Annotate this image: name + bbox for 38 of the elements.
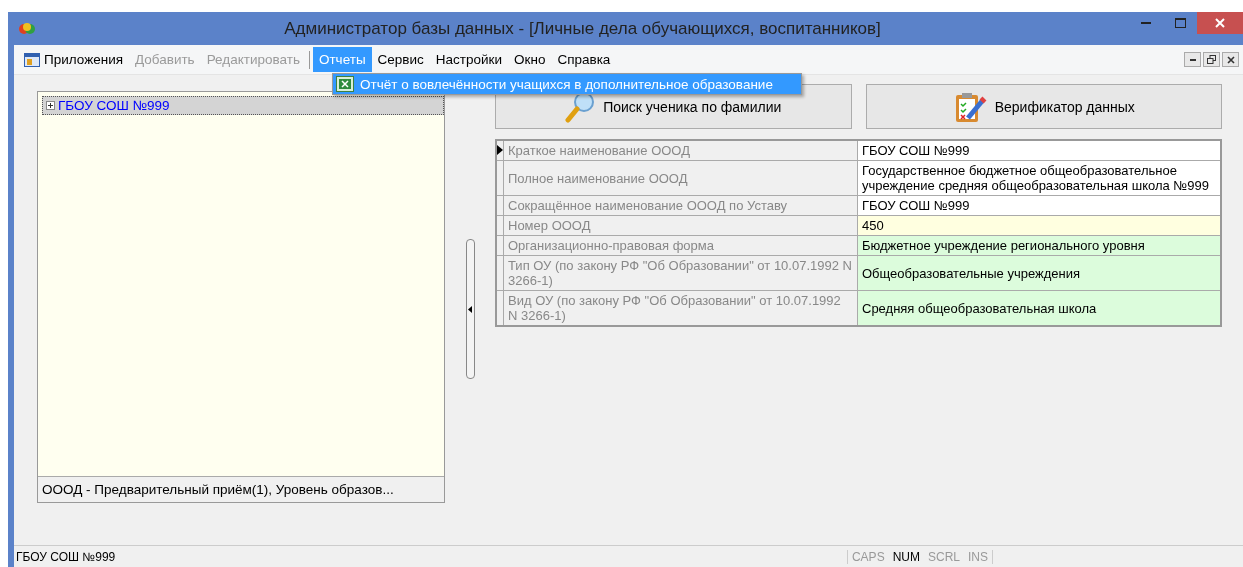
tree-footer: ОООД - Предварительный приём(1), Уровень образов... — [38, 476, 444, 502]
property-value: ГБОУ СОШ №999 — [857, 140, 1221, 161]
row-indicator[interactable] — [496, 140, 504, 161]
menu-item[interactable]: Сервис — [371, 47, 430, 72]
key-indicator: NUM — [892, 549, 920, 564]
menu-item[interactable]: Настройки — [429, 47, 509, 72]
property-name: Краткое наименование ОООД — [503, 140, 858, 161]
menu-item[interactable]: Приложения — [18, 47, 129, 72]
key-indicator: CAPS — [851, 549, 885, 564]
status-text: ГБОУ СОШ №999 — [16, 549, 117, 564]
property-value: Средняя общеобразовательная школа — [857, 290, 1221, 326]
spreadsheet-icon — [336, 76, 354, 92]
property-name: Вид ОУ (по закону РФ "Об Образовании" от 10.07.1992 N 3266-1) — [503, 290, 858, 326]
close-icon — [1226, 55, 1235, 64]
key-indicator: INS — [968, 549, 988, 564]
property-name: Полное наименование ОООД — [503, 160, 858, 196]
verify-button[interactable]: Верификатор данных — [865, 84, 1222, 129]
row-pointer-icon — [497, 145, 503, 155]
close-button[interactable] — [1222, 52, 1239, 67]
key-indicator: SCRL — [927, 549, 960, 564]
minimize-icon — [1189, 58, 1196, 61]
minimize-icon — [1141, 22, 1151, 24]
property-name: Тип ОУ (по закону РФ "Об Образовании" от 10.07.1992 N 3266-1) — [503, 255, 858, 291]
maximize-icon — [1174, 18, 1186, 28]
minimize-button[interactable] — [1184, 52, 1201, 67]
window-title: Администратор базы данных - [Личные дела обучающихся, воспитанников] — [283, 18, 882, 39]
app-icon — [18, 21, 36, 36]
menu-item[interactable]: Окно — [508, 47, 552, 72]
arrow-left-icon — [468, 305, 472, 313]
splitter-handle[interactable] — [465, 239, 475, 379]
restore-icon — [1207, 55, 1216, 64]
restore-button[interactable] — [1203, 52, 1220, 67]
tree-item[interactable]: ГБОУ СОШ №999 — [42, 96, 444, 115]
menu-item[interactable]: Справка — [551, 47, 617, 72]
close-icon — [1215, 18, 1225, 28]
expand-icon — [46, 101, 55, 110]
property-value: Государственное бюджетное общеобразовательное учреждение средняя общеобразовательная школа №999 — [857, 160, 1221, 196]
property-value: Общеобразовательные учреждения — [857, 255, 1221, 291]
